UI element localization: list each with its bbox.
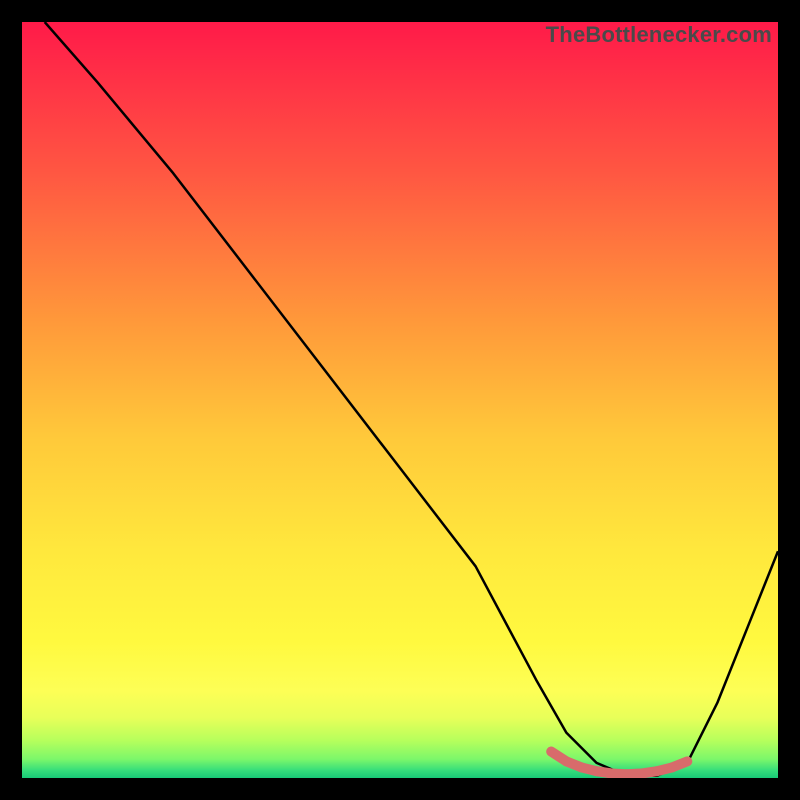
valley-segment — [672, 761, 687, 767]
bottleneck-chart — [22, 22, 778, 778]
gradient-background — [22, 22, 778, 778]
watermark-text: TheBottlenecker.com — [546, 22, 772, 48]
chart-frame: TheBottlenecker.com — [22, 22, 778, 778]
